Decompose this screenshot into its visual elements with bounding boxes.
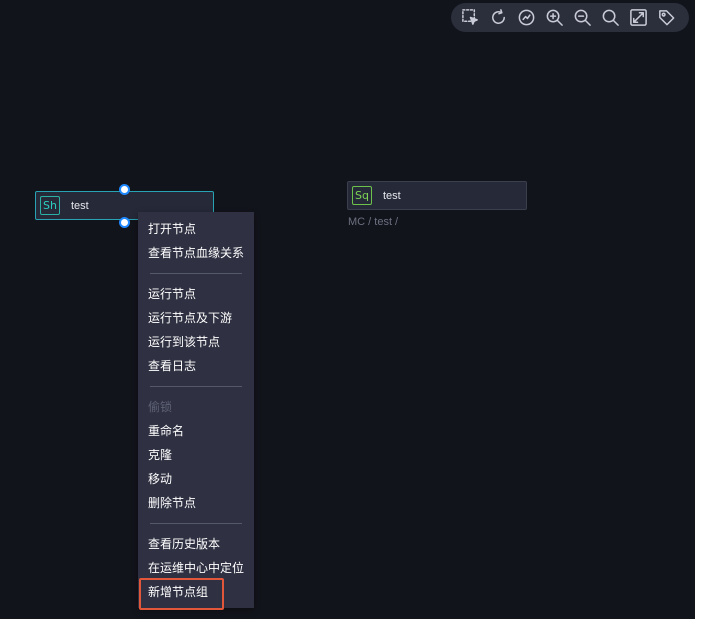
zoom-out-icon[interactable] <box>572 8 592 28</box>
sql-node-path: MC / test / <box>348 216 399 228</box>
fullscreen-icon[interactable] <box>628 8 648 28</box>
node-output-anchor[interactable] <box>119 217 130 228</box>
menu-clone[interactable]: 克隆 <box>148 445 172 465</box>
menu-locate-in-ops[interactable]: 在运维中心中定位 <box>148 558 244 578</box>
shell-node-name: test <box>71 199 89 212</box>
refresh-icon[interactable] <box>488 8 508 28</box>
shell-node-badge: Sh <box>40 196 60 215</box>
node-input-anchor[interactable] <box>119 184 130 195</box>
sql-node-name: test <box>383 189 401 202</box>
auto-layout-icon[interactable] <box>516 8 536 28</box>
menu-run-node[interactable]: 运行节点 <box>148 284 196 304</box>
tag-icon[interactable] <box>656 8 676 28</box>
menu-view-log[interactable]: 查看日志 <box>148 356 196 376</box>
menu-divider <box>150 273 242 274</box>
menu-add-node-group[interactable]: 新增节点组 <box>148 582 208 602</box>
menu-view-history[interactable]: 查看历史版本 <box>148 534 220 554</box>
zoom-in-icon[interactable] <box>544 8 564 28</box>
menu-rename[interactable]: 重命名 <box>148 421 184 441</box>
menu-run-node-downstream[interactable]: 运行节点及下游 <box>148 308 232 328</box>
search-icon[interactable] <box>600 8 620 28</box>
menu-steal-lock: 偷锁 <box>148 400 173 414</box>
menu-open-node[interactable]: 打开节点 <box>148 219 196 239</box>
menu-move[interactable]: 移动 <box>148 469 172 489</box>
menu-delete-node[interactable]: 删除节点 <box>148 493 196 513</box>
select-box-icon[interactable] <box>460 8 480 28</box>
page-margin <box>695 0 706 619</box>
sql-node-badge: Sq <box>352 186 372 205</box>
sql-node[interactable]: Sq test <box>347 181 527 210</box>
menu-run-to-node[interactable]: 运行到该节点 <box>148 332 220 352</box>
dag-canvas[interactable]: Sh test Sq test MC / test / 打开节点 查看节点血缘关… <box>0 0 695 619</box>
menu-view-lineage[interactable]: 查看节点血缘关系 <box>148 243 244 263</box>
menu-divider <box>150 523 242 524</box>
canvas-toolbar <box>451 3 689 32</box>
node-context-menu: 打开节点 查看节点血缘关系 运行节点 运行节点及下游 运行到该节点 查看日志 偷… <box>138 212 254 608</box>
menu-divider <box>150 386 242 387</box>
